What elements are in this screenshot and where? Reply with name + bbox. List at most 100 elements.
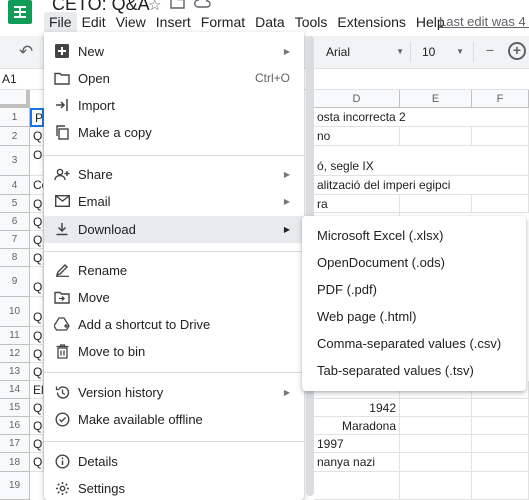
grid-cell[interactable] — [472, 417, 529, 435]
row-header[interactable]: 14 — [0, 381, 30, 399]
menu-edit[interactable]: Edit — [77, 12, 111, 32]
grid-cell[interactable]: El — [30, 381, 44, 399]
row-header[interactable]: 13 — [0, 363, 30, 381]
download-xlsx[interactable]: Microsoft Excel (.xlsx) — [302, 222, 526, 249]
grid-cell[interactable] — [400, 399, 472, 417]
row-header[interactable]: 12 — [0, 345, 30, 363]
menu-item-add-shortcut-to-drive[interactable]: Add a shortcut to Drive — [44, 311, 304, 338]
menu-item-share[interactable]: Share ▶ — [44, 161, 304, 188]
font-family-select[interactable]: Arial ▼ — [318, 36, 408, 68]
grid-cell-d1[interactable]: osta incorrecta 2 — [314, 108, 529, 127]
grid-cell-d17[interactable]: 1997 — [314, 435, 400, 453]
row-header[interactable]: 6 — [0, 213, 30, 231]
grid-cell[interactable]: Qu — [30, 297, 44, 327]
grid-cell[interactable] — [314, 472, 400, 500]
menu-extensions[interactable]: Extensions — [332, 12, 410, 32]
download-csv[interactable]: Comma-separated values (.csv) — [302, 330, 526, 357]
grid-cell[interactable]: Qu — [30, 127, 44, 146]
download-html[interactable]: Web page (.html) — [302, 303, 526, 330]
grid-cell-d18[interactable]: nanya nazi — [314, 453, 400, 472]
download-pdf[interactable]: PDF (.pdf) — [302, 276, 526, 303]
menu-item-open[interactable]: Open Ctrl+O — [44, 65, 304, 92]
grid-cell-d3[interactable]: ó, segle IX — [314, 146, 529, 176]
menu-item-import[interactable]: Import — [44, 92, 304, 119]
grid-cell[interactable]: Qu — [30, 345, 44, 363]
row-header[interactable]: 16 — [0, 417, 30, 435]
grid-cell[interactable] — [400, 435, 472, 453]
menu-insert[interactable]: Insert — [151, 12, 196, 32]
grid-cell[interactable] — [400, 127, 472, 146]
row-header[interactable]: 2 — [0, 127, 30, 146]
menu-item-rename[interactable]: Rename — [44, 257, 304, 284]
row-header[interactable]: 11 — [0, 327, 30, 345]
menu-item-download[interactable]: Download ▶ — [44, 216, 304, 243]
grid-cell-d5[interactable]: ra — [314, 195, 400, 213]
column-header-f[interactable]: F — [472, 90, 529, 108]
grid-cell[interactable]: Qu — [30, 195, 44, 213]
row-header[interactable]: 15 — [0, 399, 30, 417]
row-header[interactable]: 19 — [0, 472, 30, 500]
menu-item-make-available-offline[interactable]: Make available offline — [44, 406, 304, 433]
undo-icon[interactable]: ↶ — [19, 42, 33, 62]
select-all-corner[interactable] — [0, 90, 30, 108]
menu-item-details[interactable]: Details — [44, 448, 304, 475]
grid-cell[interactable] — [472, 472, 529, 500]
grid-cell-d2[interactable]: no — [314, 127, 400, 146]
grid-cell[interactable]: Qu — [30, 231, 44, 249]
menu-format[interactable]: Format — [196, 12, 250, 32]
download-tsv[interactable]: Tab-separated values (.tsv) — [302, 357, 526, 384]
grid-cell[interactable]: Qu — [30, 435, 44, 453]
row-header[interactable]: 9 — [0, 267, 30, 297]
grid-cell[interactable] — [472, 399, 529, 417]
cloud-status-icon[interactable] — [194, 0, 211, 9]
grid-cell-d4[interactable]: alització del imperi egipci — [314, 176, 529, 195]
menu-item-move[interactable]: Move — [44, 284, 304, 311]
row-header[interactable]: 4 — [0, 176, 30, 195]
grid-cell[interactable]: Qu — [30, 453, 44, 472]
row-header[interactable]: 8 — [0, 249, 30, 267]
grid-cell[interactable] — [400, 417, 472, 435]
sheets-logo[interactable] — [8, 0, 32, 24]
grid-cell[interactable]: Co — [30, 176, 44, 195]
menu-item-new[interactable]: New ▶ — [44, 38, 304, 65]
grid-cell[interactable]: Qu — [30, 399, 44, 417]
grid-cell[interactable] — [400, 453, 472, 472]
grid-cell[interactable] — [472, 453, 529, 472]
grid-cell[interactable] — [472, 127, 529, 146]
increase-font-size-icon[interactable]: + — [508, 42, 526, 60]
cell-reference[interactable]: A1 — [0, 72, 17, 86]
menu-tools[interactable]: Tools — [290, 12, 333, 32]
menu-data[interactable]: Data — [250, 12, 290, 32]
grid-cell[interactable] — [472, 195, 529, 213]
grid-cell[interactable]: Or — [30, 146, 44, 176]
row-header[interactable]: 17 — [0, 435, 30, 453]
last-edit-link[interactable]: Last edit was 4 h — [439, 12, 529, 32]
row-header[interactable]: 7 — [0, 231, 30, 249]
grid-cell[interactable]: Qu — [30, 327, 44, 345]
grid-cell-d15[interactable]: 1942 — [314, 399, 400, 417]
menu-item-settings[interactable]: Settings — [44, 475, 304, 500]
menu-file[interactable]: File — [44, 12, 77, 32]
download-ods[interactable]: OpenDocument (.ods) — [302, 249, 526, 276]
move-folder-icon[interactable] — [170, 0, 185, 9]
menu-item-email[interactable]: Email ▶ — [44, 188, 304, 215]
grid-cell[interactable] — [400, 195, 472, 213]
grid-cell-d16[interactable]: Maradona — [314, 417, 400, 435]
grid-cell[interactable]: Qu — [30, 213, 44, 231]
grid-cell[interactable]: Qu — [30, 249, 44, 267]
decrease-font-size-icon[interactable]: − — [482, 43, 498, 59]
grid-cell[interactable] — [400, 472, 472, 500]
column-header-d[interactable]: D — [314, 90, 400, 108]
row-header[interactable]: 10 — [0, 297, 30, 327]
column-header-e[interactable]: E — [400, 90, 472, 108]
grid-cell[interactable]: Qu — [30, 267, 44, 297]
grid-cell[interactable]: Qu — [30, 417, 44, 435]
menu-item-move-to-bin[interactable]: Move to bin — [44, 338, 304, 365]
row-header[interactable]: 3 — [0, 146, 30, 176]
grid-cell[interactable]: Qu — [30, 363, 44, 381]
row-header[interactable]: 5 — [0, 195, 30, 213]
row-header[interactable]: 1 — [0, 108, 30, 127]
font-size-select[interactable]: 10 ▼ — [416, 36, 468, 68]
menu-item-version-history[interactable]: Version history ▶ — [44, 379, 304, 406]
grid-cell[interactable]: Pr — [30, 108, 44, 127]
